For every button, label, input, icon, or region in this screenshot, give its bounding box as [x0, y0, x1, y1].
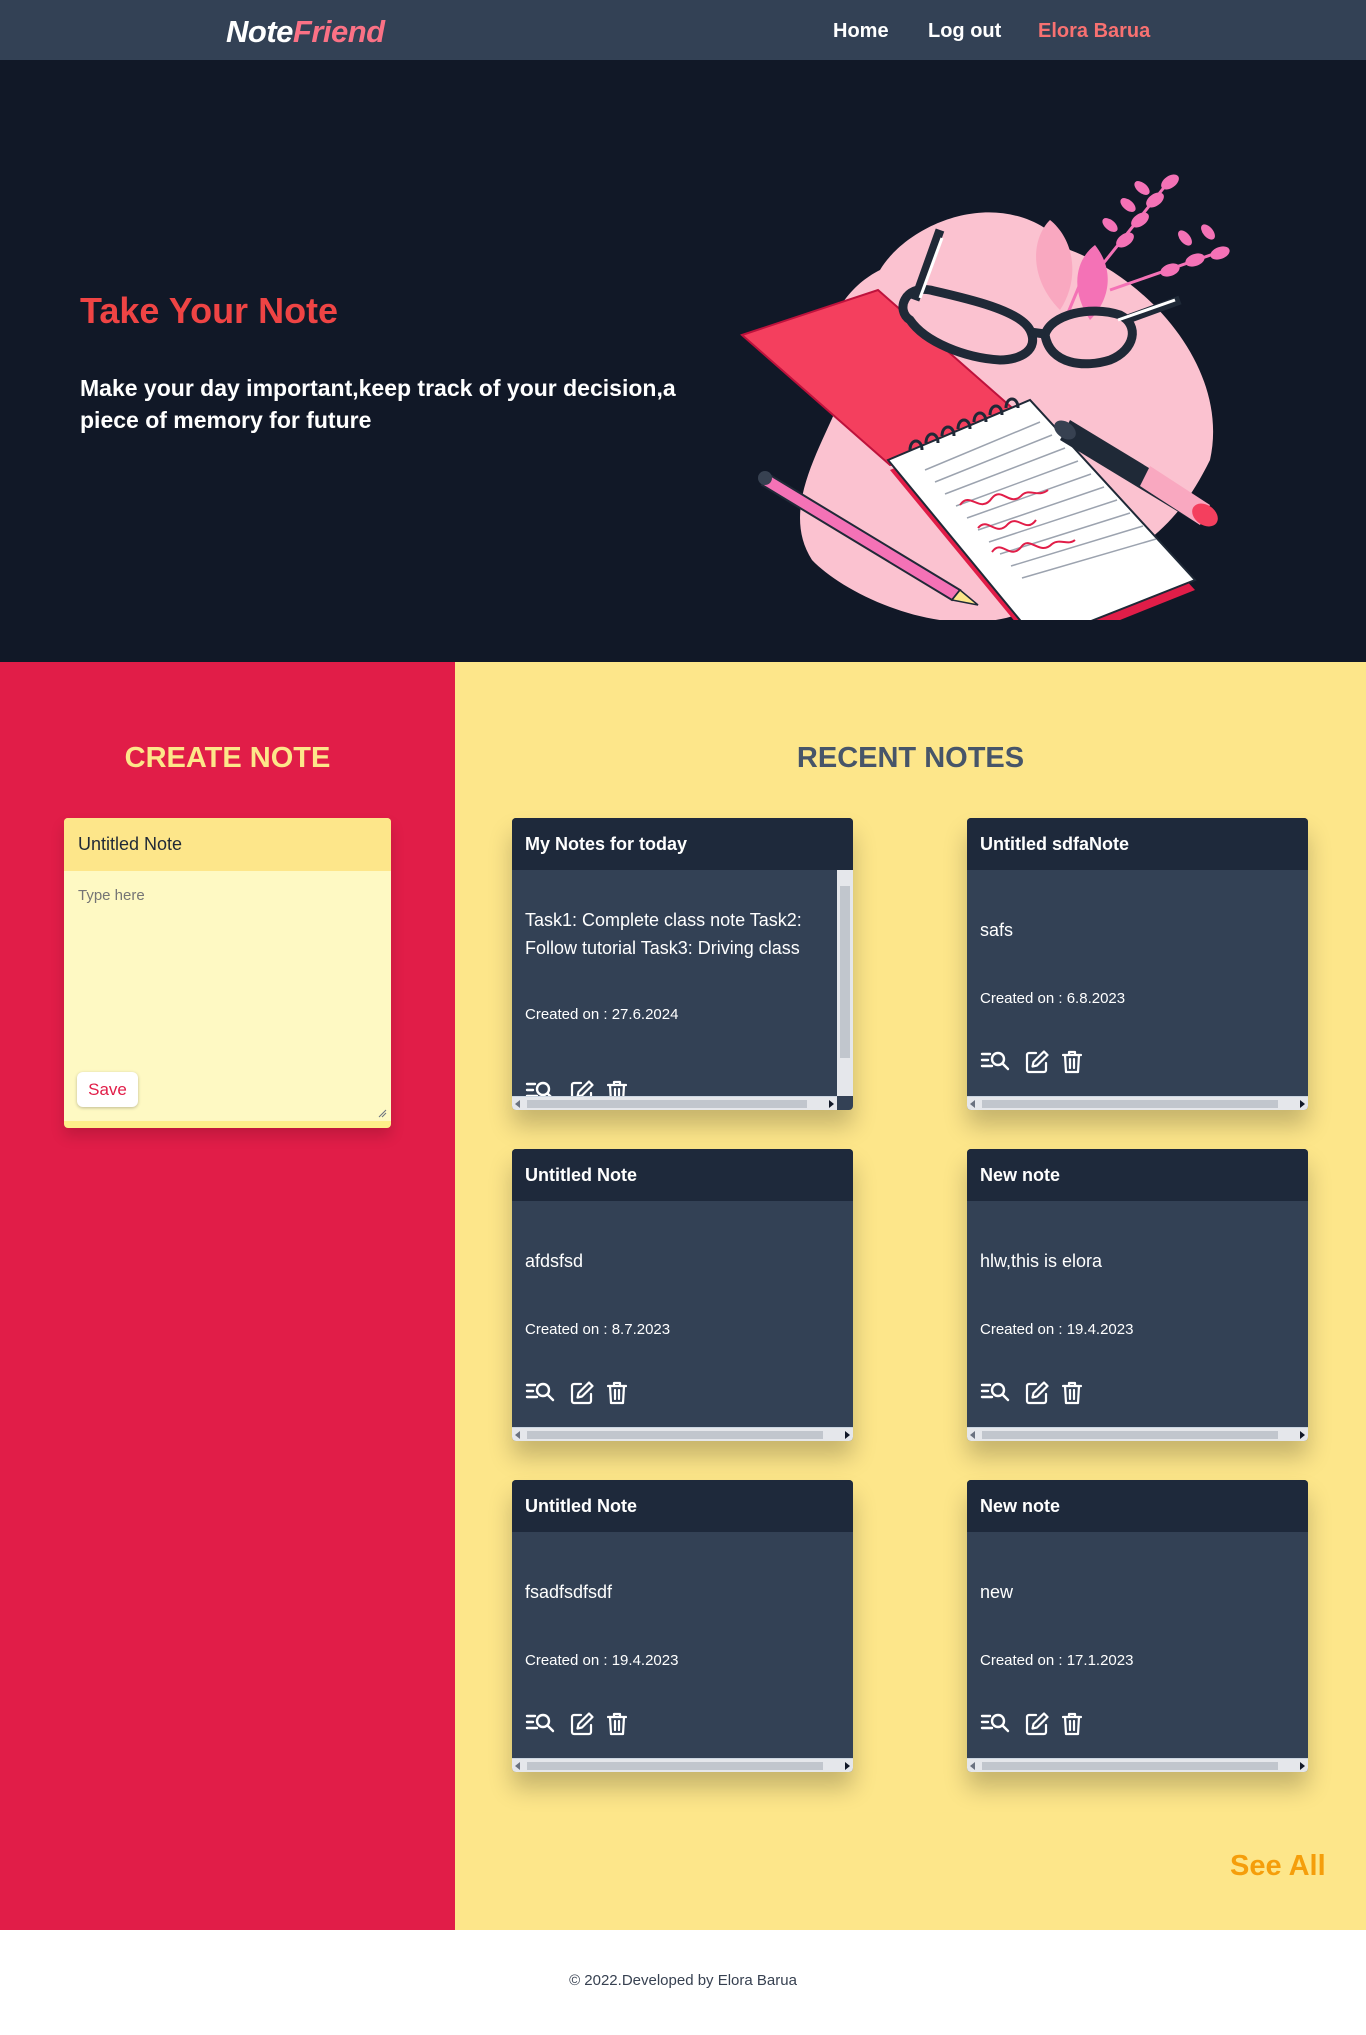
- scroll-right-arrow-icon[interactable]: [845, 1431, 850, 1439]
- note-card[interactable]: New note new Created on : 17.1.2023: [967, 1480, 1308, 1772]
- note-card-title: New note: [967, 1149, 1308, 1201]
- view-note-icon[interactable]: [525, 1712, 555, 1734]
- create-note-form: Save: [64, 818, 391, 1128]
- scroll-left-arrow-icon[interactable]: [515, 1431, 520, 1439]
- create-note-heading: CREATE NOTE: [124, 742, 331, 774]
- hero-section: Take Your Note Make your day important,k…: [0, 60, 1366, 662]
- scroll-left-arrow-icon[interactable]: [970, 1762, 975, 1770]
- delete-note-icon[interactable]: [607, 1381, 627, 1405]
- horizontal-scrollbar[interactable]: [512, 1096, 837, 1110]
- view-note-icon[interactable]: [980, 1381, 1010, 1403]
- horizontal-scroll-thumb[interactable]: [527, 1100, 807, 1108]
- hero-subtitle: Make your day important,keep track of yo…: [80, 375, 676, 433]
- horizontal-scroll-thumb[interactable]: [982, 1762, 1278, 1770]
- horizontal-scrollbar[interactable]: [967, 1096, 1308, 1110]
- note-card-body: fsadfsdfsdf: [525, 1582, 613, 1602]
- note-card-date: Created on : 6.8.2023: [980, 990, 1126, 1007]
- horizontal-scrollbar[interactable]: [512, 1427, 853, 1441]
- horizontal-scrollbar[interactable]: [512, 1758, 853, 1772]
- note-card-date: Created on : 17.1.2023: [980, 1652, 1134, 1669]
- horizontal-scroll-thumb[interactable]: [527, 1762, 823, 1770]
- brand-name-part1: Note: [226, 14, 293, 49]
- edit-note-icon[interactable]: [1025, 1712, 1049, 1736]
- note-card-title: Untitled sdfaNote: [967, 818, 1308, 870]
- delete-note-icon[interactable]: [1062, 1712, 1082, 1736]
- note-card-body: Task1: Complete class note Task2: Follow…: [525, 910, 802, 958]
- note-card[interactable]: Untitled Note afdsfsd Created on : 8.7.2…: [512, 1149, 853, 1441]
- note-card-body: afdsfsd: [525, 1251, 584, 1271]
- view-note-icon[interactable]: [980, 1712, 1010, 1734]
- delete-note-icon[interactable]: [1062, 1381, 1082, 1405]
- note-card-date: Created on : 27.6.2024: [525, 1006, 679, 1023]
- note-card-date: Created on : 19.4.2023: [525, 1652, 679, 1669]
- note-card-body: safs: [980, 920, 1014, 940]
- note-card-date: Created on : 8.7.2023: [525, 1321, 671, 1338]
- scroll-right-arrow-icon[interactable]: [1300, 1762, 1305, 1770]
- save-button[interactable]: Save: [77, 1072, 138, 1107]
- resize-grip-icon[interactable]: [377, 1108, 387, 1118]
- footer-text: © 2022.Developed by Elora Barua: [569, 1972, 797, 1989]
- edit-note-icon[interactable]: [1025, 1381, 1049, 1405]
- scroll-left-arrow-icon[interactable]: [515, 1100, 520, 1108]
- scroll-left-arrow-icon[interactable]: [970, 1100, 975, 1108]
- note-card[interactable]: Untitled Note fsadfsdfsdf Created on : 1…: [512, 1480, 853, 1772]
- footer: © 2022.Developed by Elora Barua: [0, 1930, 1366, 2035]
- navbar: NoteFriend Home Log out Elora Barua: [0, 0, 1366, 60]
- see-all-link[interactable]: See All: [1230, 1850, 1326, 1883]
- edit-note-icon[interactable]: [570, 1381, 594, 1405]
- nav-logout-link[interactable]: Log out: [928, 20, 1001, 43]
- note-card[interactable]: My Notes for today Task1: Complete class…: [512, 818, 853, 1110]
- hero-title: Take Your Note: [80, 290, 339, 331]
- edit-note-icon[interactable]: [570, 1712, 594, 1736]
- scroll-right-arrow-icon[interactable]: [845, 1762, 850, 1770]
- note-card[interactable]: Untitled sdfaNote safs Created on : 6.8.…: [967, 818, 1308, 1110]
- note-title-input[interactable]: [64, 818, 391, 871]
- note-card-title: New note: [967, 1480, 1308, 1532]
- horizontal-scroll-thumb[interactable]: [982, 1100, 1278, 1108]
- notebook-illustration: [740, 174, 1230, 620]
- note-card-body: new: [980, 1582, 1014, 1602]
- note-card-title: My Notes for today: [512, 818, 853, 870]
- note-card[interactable]: New note hlw,this is elora Created on : …: [967, 1149, 1308, 1441]
- horizontal-scrollbar[interactable]: [967, 1427, 1308, 1441]
- nav-user-name[interactable]: Elora Barua: [1038, 20, 1150, 43]
- note-card-body: hlw,this is elora: [980, 1251, 1103, 1271]
- edit-note-icon[interactable]: [1025, 1050, 1049, 1074]
- recent-notes-heading: RECENT NOTES: [796, 742, 1025, 774]
- note-card-title: Untitled Note: [512, 1149, 853, 1201]
- horizontal-scroll-thumb[interactable]: [982, 1431, 1278, 1439]
- scroll-right-arrow-icon[interactable]: [829, 1100, 834, 1108]
- scroll-right-arrow-icon[interactable]: [1300, 1100, 1305, 1108]
- scroll-right-arrow-icon[interactable]: [1300, 1431, 1305, 1439]
- nav-home-link[interactable]: Home: [833, 20, 889, 43]
- vertical-scroll-thumb[interactable]: [840, 886, 850, 1058]
- horizontal-scroll-thumb[interactable]: [527, 1431, 823, 1439]
- scroll-left-arrow-icon[interactable]: [515, 1762, 520, 1770]
- note-card-title: Untitled Note: [512, 1480, 853, 1532]
- view-note-icon[interactable]: [525, 1381, 555, 1403]
- brand-name-part2: Friend: [292, 14, 385, 49]
- vertical-scrollbar[interactable]: [837, 870, 853, 1096]
- note-card-date: Created on : 19.4.2023: [980, 1321, 1134, 1338]
- view-note-icon[interactable]: [980, 1050, 1010, 1072]
- delete-note-icon[interactable]: [607, 1712, 627, 1736]
- scroll-left-arrow-icon[interactable]: [970, 1431, 975, 1439]
- horizontal-scrollbar[interactable]: [967, 1758, 1308, 1772]
- delete-note-icon[interactable]: [1062, 1050, 1082, 1074]
- create-note-panel: CREATE NOTE Save: [0, 662, 455, 1930]
- brand-logo[interactable]: NoteFriend: [226, 14, 385, 50]
